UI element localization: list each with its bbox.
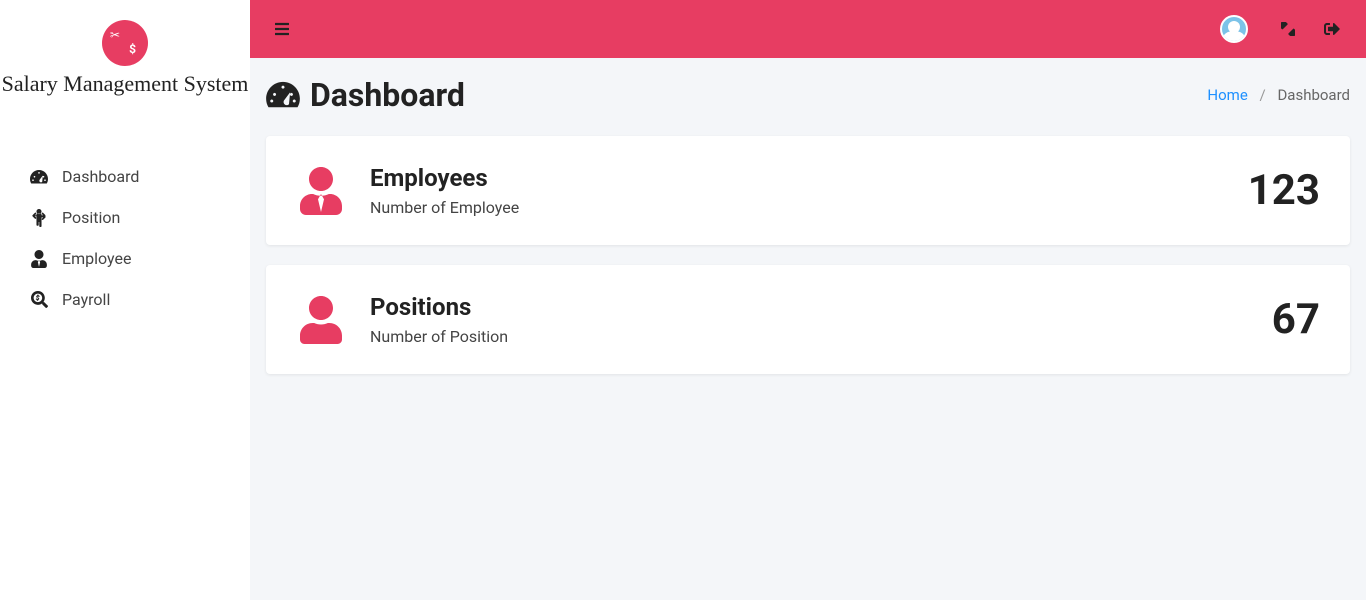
card-subtitle: Number of Employee [370,198,1248,217]
breadcrumb-separator: / [1260,86,1266,104]
brand-logo: Salary Management System [0,0,250,126]
sidebar: Salary Management System Dashboard Posit… [0,0,250,600]
positions-card: Positions Number of Position 67 [266,265,1350,374]
search-dollar-icon [30,291,48,309]
dashboard-icon [30,168,48,186]
sidebar-item-label: Employee [62,249,131,268]
employees-card: Employees Number of Employee 123 [266,136,1350,245]
fullscreen-icon[interactable] [1280,21,1296,37]
logo-icon [102,20,148,66]
brand-name: Salary Management System [0,72,250,96]
card-text: Employees Number of Employee [370,164,1248,217]
avatar[interactable] [1220,15,1248,43]
dashboard-title-icon [266,80,300,110]
sidebar-item-employee[interactable]: Employee [0,238,250,279]
child-icon [30,209,48,227]
card-title: Positions [370,293,1272,321]
breadcrumb-home-link[interactable]: Home [1207,86,1247,104]
card-text: Positions Number of Position [370,293,1272,346]
sidebar-item-position[interactable]: Position [0,197,250,238]
topbar [250,0,1366,58]
main-area: Dashboard Home / Dashboard Employees Num… [250,0,1366,600]
user-icon [296,296,346,344]
card-title: Employees [370,164,1248,192]
content-header: Dashboard Home / Dashboard [266,76,1350,114]
menu-toggle-icon[interactable] [274,21,290,37]
sidebar-nav: Dashboard Position Employee Payroll [0,126,250,320]
user-tie-icon [296,167,346,215]
breadcrumb: Home / Dashboard [1207,86,1350,104]
sidebar-item-label: Payroll [62,290,110,309]
positions-count: 67 [1272,295,1320,344]
sidebar-item-dashboard[interactable]: Dashboard [0,156,250,197]
card-subtitle: Number of Position [370,327,1272,346]
sidebar-item-label: Position [62,208,120,227]
sidebar-item-label: Dashboard [62,167,139,186]
sidebar-item-payroll[interactable]: Payroll [0,279,250,320]
employees-count: 123 [1248,166,1320,215]
content: Dashboard Home / Dashboard Employees Num… [250,58,1366,600]
user-tie-icon [30,250,48,268]
logout-icon[interactable] [1324,21,1340,37]
page-title-wrap: Dashboard [266,76,465,114]
breadcrumb-current: Dashboard [1277,86,1350,104]
page-title: Dashboard [310,76,465,114]
